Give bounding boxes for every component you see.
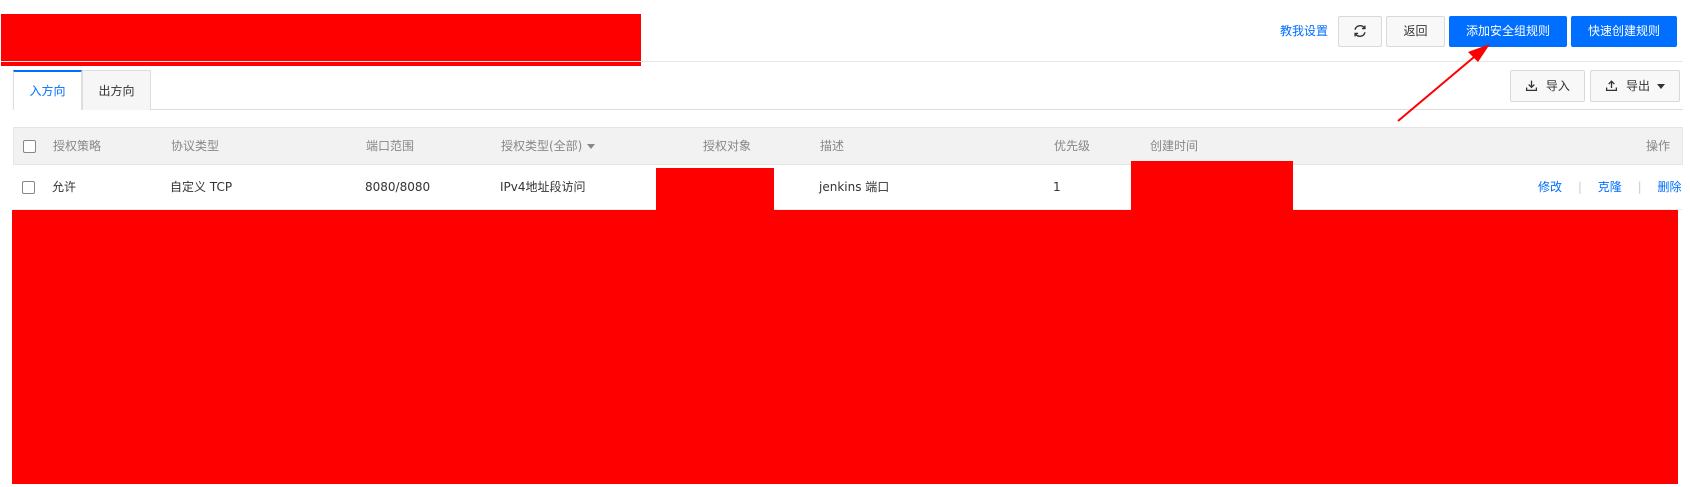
annotation-arrow bbox=[1397, 44, 1490, 122]
security-group-rules-page: 教我设置 返回 添加安全组规则 快速创建规则 入方向 出方向 导入 导出 授权策… bbox=[0, 0, 1690, 487]
